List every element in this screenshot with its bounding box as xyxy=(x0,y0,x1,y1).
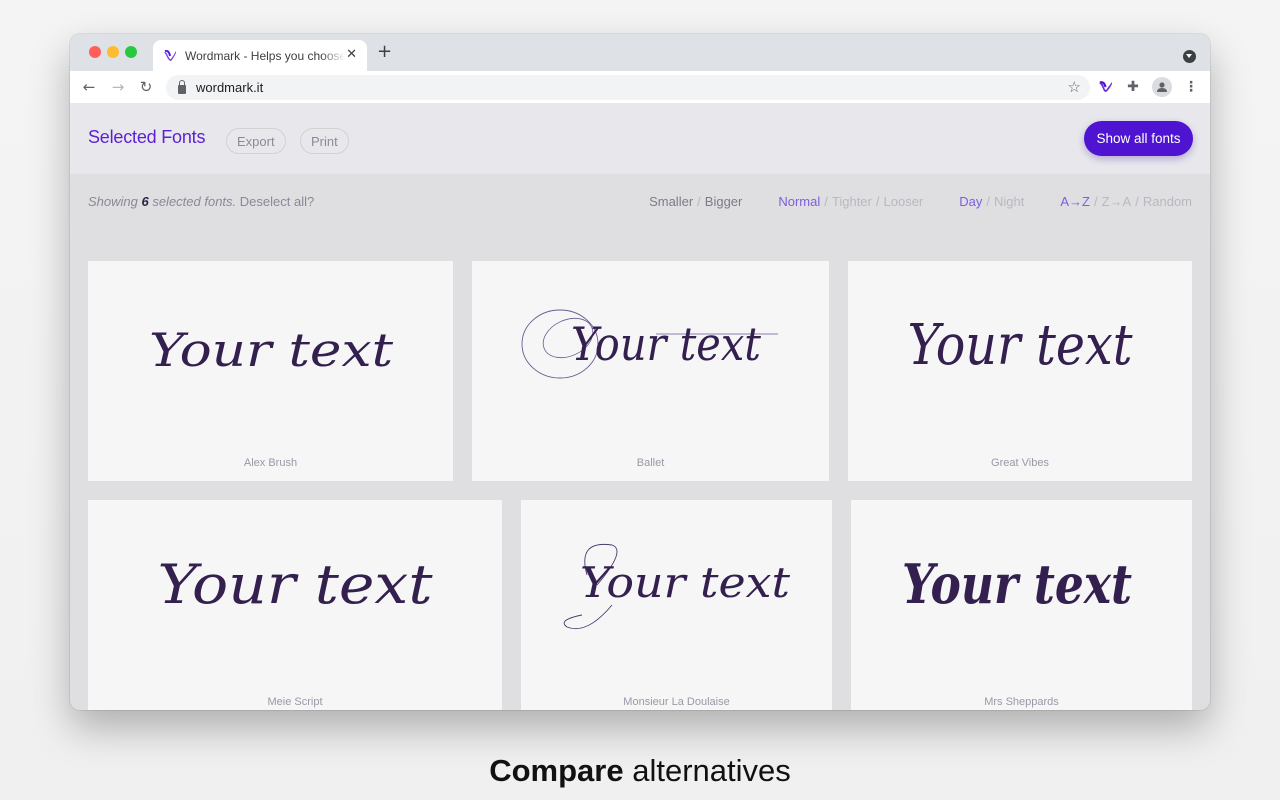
font-card-alex-brush[interactable]: Your text Alex Brush xyxy=(88,261,453,481)
font-card-great-vibes[interactable]: Your text Great Vibes xyxy=(848,261,1192,481)
tab-strip: Wordmark - Helps you choose fonts ✕ + xyxy=(70,34,1210,71)
tab-close-icon[interactable]: ✕ xyxy=(346,48,357,62)
sample-text-graphic: Your text xyxy=(158,553,433,616)
close-window-button[interactable] xyxy=(89,46,101,58)
display-controls: Smaller / Bigger Normal / Tighter / Loos… xyxy=(613,194,1192,209)
sample-text: Your text xyxy=(571,317,761,371)
flourish-tail xyxy=(563,604,612,630)
tab-title: Wordmark - Helps you choose fonts xyxy=(185,48,345,63)
separator: / xyxy=(1093,194,1098,209)
font-sample: Your text xyxy=(851,500,1192,680)
font-card-meie-script[interactable]: Your text Meie Script xyxy=(88,500,502,710)
tab-search-icon[interactable] xyxy=(1183,50,1196,63)
theme-day-button[interactable]: Day xyxy=(959,194,982,209)
font-card-ballet[interactable]: Your text Ballet xyxy=(472,261,829,481)
wordmark-logo-icon xyxy=(164,49,176,61)
separator: / xyxy=(697,194,701,209)
font-name-label: Great Vibes xyxy=(991,457,1049,469)
sort-az-button[interactable]: A→Z xyxy=(1060,194,1090,209)
address-bar[interactable]: wordmark.it ☆ xyxy=(166,75,1090,100)
showing-suffix: selected fonts. xyxy=(148,194,237,209)
page-title: Selected Fonts xyxy=(88,127,206,147)
showing-prefix: Showing xyxy=(88,194,142,209)
spacing-tighter-button[interactable]: Tighter xyxy=(832,194,872,209)
sample-text: Your text xyxy=(149,323,394,377)
font-sample: Your text xyxy=(848,261,1192,441)
forward-arrow-icon[interactable]: → xyxy=(108,77,128,97)
show-all-fonts-button[interactable]: Show all fonts xyxy=(1084,121,1193,156)
font-sample: Your text xyxy=(88,500,502,680)
font-sample: Your text xyxy=(472,261,829,441)
spacing-looser-button[interactable]: Looser xyxy=(884,194,924,209)
font-sample: Your text xyxy=(521,500,832,680)
marketing-caption: Compare alternatives xyxy=(0,753,1280,789)
sample-text-graphic: Your text xyxy=(521,309,778,379)
font-name-label: Alex Brush xyxy=(243,457,298,469)
font-sample: Your text xyxy=(88,261,453,441)
sample-text-graphic: Your text xyxy=(908,313,1133,378)
new-tab-icon[interactable]: + xyxy=(377,43,392,61)
wordmark-extension-icon[interactable] xyxy=(1096,78,1114,96)
theme-night-button[interactable]: Night xyxy=(994,194,1024,209)
font-card-monsieur-la-doulaise[interactable]: Your text Monsieur La Doulaise xyxy=(521,500,832,710)
filter-bar: Showing 6 selected fonts. Deselect all? … xyxy=(70,174,1210,226)
sample-text-graphic: Your text xyxy=(902,552,1132,616)
size-controls: Smaller / Bigger xyxy=(649,194,742,209)
back-arrow-icon[interactable]: ← xyxy=(79,77,99,97)
separator: / xyxy=(1135,194,1139,209)
sort-random-button[interactable]: Random xyxy=(1143,194,1192,209)
extensions-puzzle-icon[interactable]: ✚ xyxy=(1124,78,1142,96)
minimize-window-button[interactable] xyxy=(107,46,119,58)
browser-window: Wordmark - Helps you choose fonts ✕ + ← … xyxy=(70,34,1210,710)
maximize-window-button[interactable] xyxy=(125,46,137,58)
deselect-all-link[interactable]: Deselect all? xyxy=(236,194,314,209)
font-card-mrs-sheppards[interactable]: Your text Mrs Sheppards xyxy=(851,500,1192,710)
spacing-normal-button[interactable]: Normal xyxy=(778,194,820,209)
sample-text: Your text xyxy=(908,313,1133,378)
theme-controls: Day / Night xyxy=(959,194,1024,209)
font-name-label: Ballet xyxy=(636,457,665,469)
sample-text-graphic: Your text xyxy=(563,543,790,630)
person-icon xyxy=(1157,82,1167,92)
sample-text: Your text xyxy=(902,552,1132,616)
bigger-button[interactable]: Bigger xyxy=(705,194,743,209)
print-button[interactable]: Print xyxy=(300,128,349,154)
spacing-controls: Normal / Tighter / Looser xyxy=(778,194,923,209)
profile-avatar-icon[interactable] xyxy=(1152,77,1172,97)
font-name-label: Monsieur La Doulaise xyxy=(623,696,730,708)
sample-text: Your text xyxy=(580,558,790,607)
reload-icon[interactable]: ↻ xyxy=(136,77,156,97)
bookmark-star-icon[interactable]: ☆ xyxy=(1068,78,1081,96)
url-text[interactable]: wordmark.it xyxy=(196,80,263,95)
caption-rest: alternatives xyxy=(623,753,791,788)
lock-icon[interactable] xyxy=(178,79,186,94)
sample-text: Your text xyxy=(158,553,433,616)
selected-count: 6 xyxy=(141,194,149,209)
caption-bold: Compare xyxy=(489,753,624,788)
separator: / xyxy=(986,194,990,209)
font-name-label: Mrs Sheppards xyxy=(984,696,1059,708)
browser-menu-icon[interactable]: ⋮ xyxy=(1182,78,1200,96)
export-button[interactable]: Export xyxy=(226,128,286,154)
sort-controls: A→Z / Z→A / Random xyxy=(1060,194,1192,209)
smaller-button[interactable]: Smaller xyxy=(649,194,693,209)
wordmark-extension-glyph xyxy=(1098,81,1112,92)
separator: / xyxy=(875,194,880,209)
font-name-label: Meie Script xyxy=(267,696,323,708)
app-header: Selected Fonts Export Print Show all fon… xyxy=(70,104,1210,174)
sort-za-button[interactable]: Z→A xyxy=(1102,194,1132,209)
separator: / xyxy=(824,194,828,209)
wordmark-app: Selected Fonts Export Print Show all fon… xyxy=(70,104,1210,710)
selection-status: Showing 6 selected fonts. Deselect all? xyxy=(88,194,314,209)
browser-toolbar: ← → ↻ wordmark.it ☆ ✚ ⋮ xyxy=(70,71,1210,104)
sample-text-graphic: Your text xyxy=(149,323,394,377)
browser-tab-wordmark[interactable]: Wordmark - Helps you choose fonts ✕ xyxy=(153,40,367,71)
